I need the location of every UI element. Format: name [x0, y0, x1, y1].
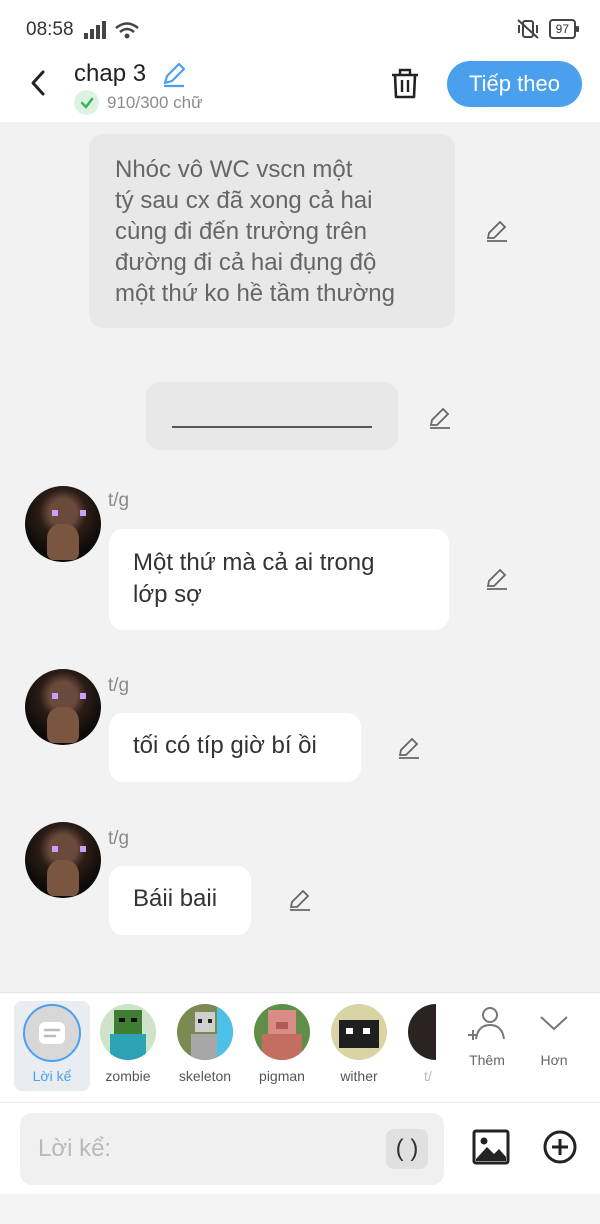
add-character-button[interactable]: Thêm [457, 1005, 517, 1068]
partial-avatar [408, 1004, 436, 1060]
narration-text: Nhóc vô WC vscn một tý sau cx đã xong cả… [115, 156, 395, 307]
edit-icon[interactable] [287, 887, 313, 913]
zombie-avatar [100, 1004, 156, 1060]
character-zombie[interactable]: zombie [90, 1001, 166, 1084]
character-pigman[interactable]: pigman [244, 1001, 320, 1084]
character-label: pigman [259, 1068, 305, 1084]
character-wither[interactable]: wither [321, 1001, 397, 1084]
word-count: 910/300 chữ [74, 90, 203, 115]
narrator-label: Lời kể [32, 1068, 72, 1084]
signal-icon [84, 21, 139, 39]
chapter-title: chap 3 [74, 60, 147, 87]
input-bar: ( ) [0, 1102, 600, 1194]
speaker-avatar[interactable] [25, 669, 101, 745]
chevron-down-icon [540, 1016, 568, 1031]
character-skeleton[interactable]: skeleton [167, 1001, 243, 1084]
more-button[interactable]: Hơn [524, 1005, 584, 1068]
speaker-name: t/g [108, 675, 130, 696]
status-bar: 08:58 97 [0, 0, 600, 56]
editor-header: chap 3 910/300 chữ Tiếp theo [0, 56, 600, 122]
edit-icon[interactable] [396, 735, 422, 761]
character-label: skeleton [178, 1068, 232, 1084]
speech-text: tối có típ giờ bí ồi [133, 732, 317, 759]
message-input-box: ( ) [20, 1113, 444, 1185]
chat-area: Nhóc vô WC vscn một tý sau cx đã xong cả… [0, 122, 600, 992]
narration-bubble[interactable]: Nhóc vô WC vscn một tý sau cx đã xong cả… [89, 134, 455, 328]
pigman-avatar [254, 1004, 310, 1060]
skeleton-avatar [177, 1004, 233, 1060]
edit-icon[interactable] [484, 218, 510, 244]
speech-bubble[interactable]: Báii baii [109, 866, 251, 935]
speaker-avatar[interactable] [25, 822, 101, 898]
edit-icon[interactable] [484, 566, 510, 592]
narrator-avatar [23, 1004, 81, 1062]
edit-icon[interactable] [427, 405, 453, 431]
speaker-name: t/g [108, 490, 130, 511]
message-input[interactable] [38, 1133, 378, 1165]
divider-bubble[interactable] [146, 382, 398, 450]
character-narrator[interactable]: Lời kể [14, 1001, 90, 1091]
character-label: wither [340, 1068, 378, 1084]
more-label: Hơn [540, 1052, 568, 1068]
back-arrow-icon[interactable] [24, 68, 54, 98]
speech-bubble[interactable]: tối có típ giờ bí ồi [109, 713, 361, 782]
battery-indicator: 97 [548, 19, 580, 39]
speech-text: Báii baii [133, 885, 218, 912]
character-partial[interactable]: t/ [398, 1001, 436, 1084]
check-icon [74, 90, 99, 115]
speech-bubble[interactable]: Một thứ mà cả ai trong lớp sợ [109, 529, 449, 630]
character-selector: Lời kể zombie skeleton pigman wither t/ … [0, 992, 600, 1102]
trash-icon[interactable] [388, 66, 422, 100]
system-nav-bar [0, 1194, 600, 1224]
word-count-text: 910/300 chữ [107, 92, 203, 112]
text-bubble-icon [39, 1022, 65, 1044]
speech-text: Một thứ mà cả ai trong lớp sợ [133, 549, 375, 608]
mute-vibrate-icon [516, 19, 539, 39]
wither-avatar [331, 1004, 387, 1060]
add-label: Thêm [469, 1052, 505, 1068]
image-icon[interactable] [472, 1129, 510, 1165]
character-label: t/ [424, 1068, 432, 1084]
divider-line [172, 426, 372, 428]
speaker-name: t/g [108, 828, 130, 849]
parenthesis-button[interactable]: ( ) [386, 1129, 428, 1169]
status-right: 97 [515, 18, 580, 40]
character-label: zombie [105, 1068, 151, 1084]
edit-title-icon[interactable] [160, 60, 188, 88]
add-person-icon [468, 1007, 505, 1040]
status-time: 08:58 [26, 19, 74, 40]
speaker-avatar[interactable] [25, 486, 101, 562]
next-button[interactable]: Tiếp theo [447, 61, 582, 107]
add-circle-icon[interactable] [542, 1129, 578, 1165]
